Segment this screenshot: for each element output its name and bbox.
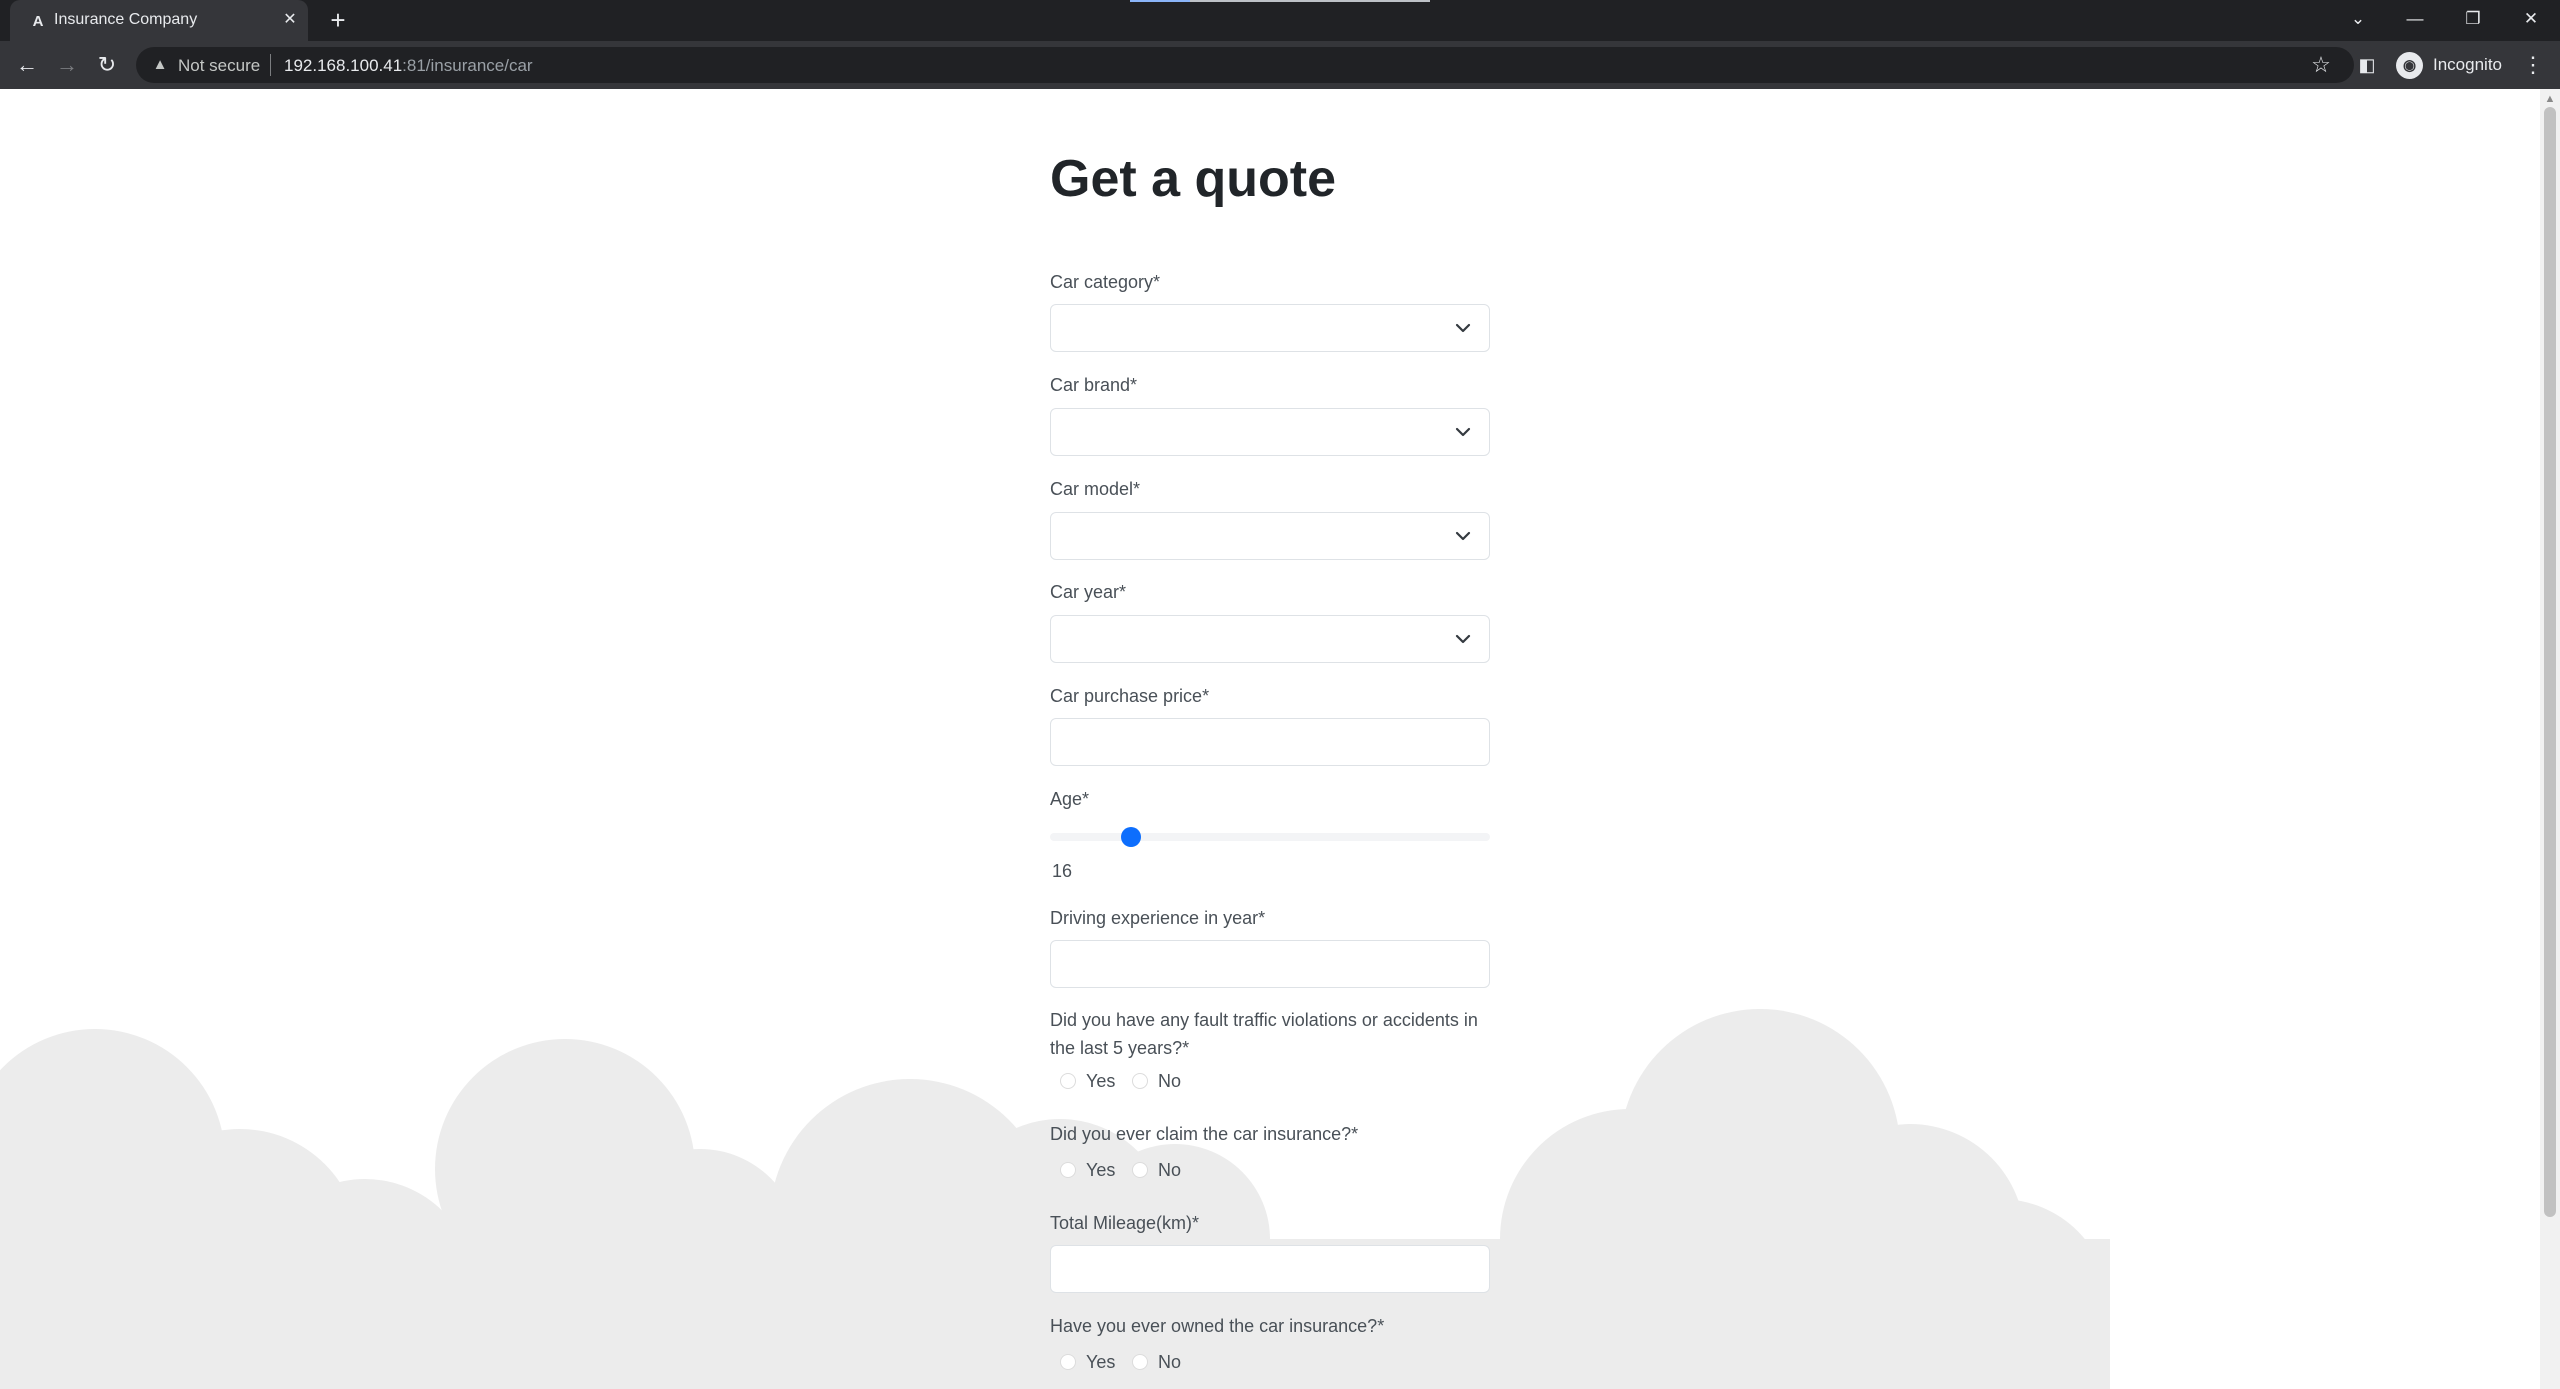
page-scrollbar[interactable]: ▲	[2540, 89, 2560, 1389]
minimize-icon[interactable]: —	[2400, 6, 2430, 32]
car-brand-label: Car brand*	[1050, 375, 1138, 395]
reload-icon[interactable]: ↻	[93, 52, 121, 78]
incognito-icon[interactable]: ◉	[2396, 52, 2423, 79]
warning-icon[interactable]: ▲	[150, 55, 170, 75]
car-category-label: Car category*	[1050, 272, 1161, 292]
total-mileage-input[interactable]	[1050, 1245, 1490, 1293]
age-slider-thumb[interactable]	[1121, 827, 1141, 847]
url-text[interactable]: 192.168.100.41:81/insurance/car	[284, 56, 533, 76]
scrollbar-thumb[interactable]	[2544, 107, 2556, 1217]
side-panel-icon[interactable]: ◧	[2356, 54, 2378, 76]
claimed-label: Did you ever claim the car insurance?*	[1050, 1124, 1359, 1144]
age-slider-track[interactable]	[1050, 833, 1490, 841]
age-value: 16	[1052, 861, 1073, 881]
new-tab-plus-icon[interactable]: +	[325, 6, 351, 34]
owned-insurance-no-label[interactable]: No	[1158, 1352, 1181, 1373]
tab-close-icon[interactable]: ✕	[278, 8, 302, 32]
url-path: :81/insurance/car	[402, 56, 533, 75]
browser-tab-strip: A Insurance Company ✕ + ⌄ — ❐ ✕	[0, 0, 2560, 41]
close-window-icon[interactable]: ✕	[2516, 6, 2546, 32]
browser-tab-active[interactable]: A Insurance Company ✕	[10, 0, 308, 41]
tab-search-chevron-icon[interactable]: ⌄	[2343, 6, 2373, 32]
car-brand-select[interactable]	[1050, 408, 1490, 456]
car-model-label: Car model*	[1050, 479, 1141, 499]
page-viewport: Get a quote Car category* Car brand* Car…	[0, 89, 2540, 1389]
total-mileage-label: Total Mileage(km)*	[1050, 1213, 1200, 1233]
url-divider	[270, 54, 271, 76]
driving-experience-input[interactable]	[1050, 940, 1490, 988]
car-model-select[interactable]	[1050, 512, 1490, 560]
violations-yes-radio[interactable]	[1060, 1073, 1076, 1089]
chevron-down-icon	[1455, 323, 1471, 333]
page-title: Get a quote	[1050, 150, 1337, 208]
car-year-select[interactable]	[1050, 615, 1490, 663]
claimed-yes-radio[interactable]	[1060, 1162, 1076, 1178]
security-label[interactable]: Not secure	[178, 56, 260, 76]
browser-toolbar: ← → ↻ ▲ Not secure 192.168.100.41:81/ins…	[0, 41, 2560, 89]
tab-title: Insurance Company	[54, 11, 198, 28]
claimed-no-label[interactable]: No	[1158, 1160, 1181, 1181]
incognito-label[interactable]: Incognito	[2433, 55, 2502, 75]
restore-icon[interactable]: ❐	[2458, 6, 2488, 32]
chevron-down-icon	[1455, 427, 1471, 437]
owned-insurance-yes-label[interactable]: Yes	[1086, 1352, 1115, 1373]
arrow-right-icon[interactable]: →	[53, 52, 81, 78]
car-purchase-price-input[interactable]	[1050, 718, 1490, 766]
site-favicon-icon: A	[32, 13, 44, 30]
violations-label: Did you have any fault traffic violation…	[1050, 1010, 1478, 1058]
kebab-menu-icon[interactable]: ⋮	[2520, 52, 2546, 78]
car-purchase-price-label: Car purchase price*	[1050, 686, 1210, 706]
scroll-up-arrow-icon[interactable]: ▲	[2540, 91, 2560, 107]
chevron-down-icon	[1455, 634, 1471, 644]
loading-indicator	[1130, 0, 1430, 2]
claimed-yes-label[interactable]: Yes	[1086, 1160, 1115, 1181]
star-icon[interactable]: ☆	[2308, 53, 2334, 77]
address-bar[interactable]: ▲ Not secure 192.168.100.41:81/insurance…	[136, 47, 2354, 83]
driving-experience-label: Driving experience in year*	[1050, 908, 1266, 928]
claimed-no-radio[interactable]	[1132, 1162, 1148, 1178]
owned-insurance-label: Have you ever owned the car insurance?*	[1050, 1316, 1385, 1336]
arrow-left-icon[interactable]: ←	[13, 52, 41, 78]
violations-no-label[interactable]: No	[1158, 1071, 1181, 1092]
chevron-down-icon	[1455, 531, 1471, 541]
car-year-label: Car year*	[1050, 582, 1127, 602]
violations-no-radio[interactable]	[1132, 1073, 1148, 1089]
age-label: Age*	[1050, 789, 1090, 809]
owned-insurance-yes-radio[interactable]	[1060, 1354, 1076, 1370]
owned-insurance-no-radio[interactable]	[1132, 1354, 1148, 1370]
url-host: 192.168.100.41	[284, 56, 403, 75]
violations-yes-label[interactable]: Yes	[1086, 1071, 1115, 1092]
car-category-select[interactable]	[1050, 304, 1490, 352]
